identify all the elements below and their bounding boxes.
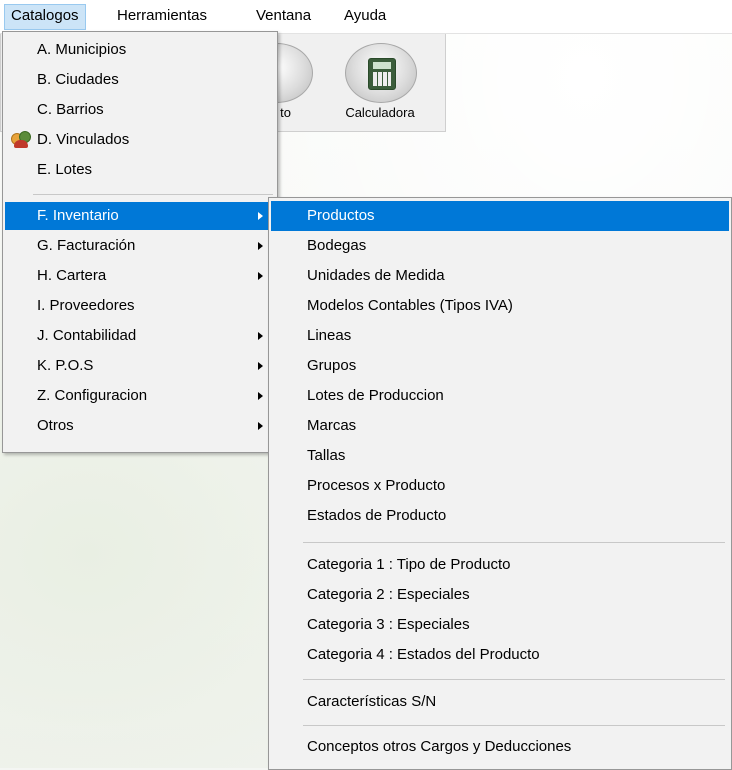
- chevron-right-icon: [258, 242, 263, 250]
- menu-item-otros[interactable]: Otros: [5, 412, 275, 440]
- menu-item-cartera[interactable]: H. Cartera: [5, 262, 275, 290]
- menu-item-lotes[interactable]: E. Lotes: [5, 156, 275, 184]
- submenu-item-unidades-de-medida[interactable]: Unidades de Medida: [271, 261, 729, 291]
- submenu-item-procesos-x-producto[interactable]: Procesos x Producto: [271, 471, 729, 501]
- menu-herramientas[interactable]: Herramientas: [111, 4, 213, 28]
- menu-item-proveedores[interactable]: I. Proveedores: [5, 292, 275, 320]
- menu-item-barrios[interactable]: C. Barrios: [5, 96, 275, 124]
- submenu-item-categoria-4[interactable]: Categoria 4 : Estados del Producto: [271, 640, 729, 670]
- submenu-item-lineas[interactable]: Lineas: [271, 321, 729, 351]
- menu-separator: [33, 194, 273, 195]
- menu-item-label: B. Ciudades: [37, 71, 119, 88]
- menu-item-configuracion[interactable]: Z. Configuracion: [5, 382, 275, 410]
- chevron-right-icon: [258, 332, 263, 340]
- submenu-item-bodegas[interactable]: Bodegas: [271, 231, 729, 261]
- submenu-item-marcas[interactable]: Marcas: [271, 411, 729, 441]
- menu-item-label: Z. Configuracion: [37, 387, 148, 404]
- menu-item-vinculados[interactable]: D. Vinculados: [5, 126, 275, 154]
- people-icon: [11, 131, 31, 149]
- menu-ayuda[interactable]: Ayuda: [338, 4, 392, 28]
- menu-item-label: C. Barrios: [37, 101, 104, 118]
- menu-item-label: F. Inventario: [37, 207, 119, 224]
- menu-catalogos[interactable]: Catalogos: [4, 4, 86, 30]
- submenu-item-categoria-1[interactable]: Categoria 1 : Tipo de Producto: [271, 550, 729, 580]
- submenu-item-categoria-3[interactable]: Categoria 3 : Especiales: [271, 610, 729, 640]
- menu-item-inventario[interactable]: F. Inventario: [5, 202, 275, 230]
- menu-item-contabilidad[interactable]: J. Contabilidad: [5, 322, 275, 350]
- inventario-submenu: Productos Bodegas Unidades de Medida Mod…: [268, 197, 732, 770]
- submenu-separator: [303, 542, 725, 543]
- submenu-item-modelos-contables[interactable]: Modelos Contables (Tipos IVA): [271, 291, 729, 321]
- menu-item-label: G. Facturación: [37, 237, 136, 254]
- menu-item-label: Otros: [37, 417, 74, 434]
- menu-item-label: D. Vinculados: [37, 131, 130, 148]
- submenu-item-tallas[interactable]: Tallas: [271, 441, 729, 471]
- menu-item-ciudades[interactable]: B. Ciudades: [5, 66, 275, 94]
- submenu-item-conceptos-otros-cargos[interactable]: Conceptos otros Cargos y Deducciones: [271, 732, 729, 762]
- calculadora-label: Calculadora: [345, 105, 415, 120]
- chevron-right-icon: [258, 392, 263, 400]
- menu-ventana[interactable]: Ventana: [250, 4, 317, 28]
- menu-item-label: J. Contabilidad: [37, 327, 137, 344]
- calculadora-button[interactable]: Calculadora: [325, 33, 435, 131]
- submenu-item-grupos[interactable]: Grupos: [271, 351, 729, 381]
- chevron-right-icon: [258, 272, 263, 280]
- submenu-separator: [303, 725, 725, 726]
- catalogos-menu: A. Municipios B. Ciudades C. Barrios D. …: [2, 31, 278, 453]
- menu-item-label: H. Cartera: [37, 267, 107, 284]
- submenu-item-categoria-2[interactable]: Categoria 2 : Especiales: [271, 580, 729, 610]
- menubar: Catalogos Herramientas Ventana Ayuda: [0, 0, 732, 34]
- chevron-right-icon: [258, 422, 263, 430]
- menu-item-municipios[interactable]: A. Municipios: [5, 36, 275, 64]
- submenu-separator: [303, 679, 725, 680]
- submenu-item-caracteristicas[interactable]: Características S/N: [271, 687, 729, 717]
- menu-item-label: K. P.O.S: [37, 357, 94, 374]
- chevron-right-icon: [258, 362, 263, 370]
- menu-item-pos[interactable]: K. P.O.S: [5, 352, 275, 380]
- submenu-item-productos[interactable]: Productos: [271, 201, 729, 231]
- submenu-item-estados-de-producto[interactable]: Estados de Producto: [271, 501, 729, 531]
- menu-item-label: E. Lotes: [37, 161, 93, 178]
- menu-item-label: A. Municipios: [37, 41, 127, 58]
- chevron-right-icon: [258, 212, 263, 220]
- calculator-icon-frame: [345, 43, 417, 103]
- submenu-item-lotes-de-produccion[interactable]: Lotes de Produccion: [271, 381, 729, 411]
- calculator-icon: [368, 58, 396, 90]
- menu-item-label: I. Proveedores: [37, 297, 135, 314]
- menu-item-facturacion[interactable]: G. Facturación: [5, 232, 275, 260]
